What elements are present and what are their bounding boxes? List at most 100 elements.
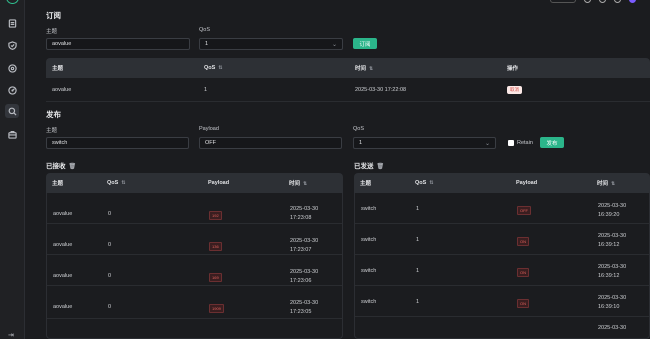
col-payload: Payload (208, 180, 230, 186)
sent-time: 2025-03-30 16:39:12 (598, 232, 626, 250)
publish-topic-label: 主题 (46, 128, 58, 134)
received-topic: aovalue (53, 211, 73, 217)
publish-topic-value: switch (52, 140, 68, 146)
subscribe-qos-label: QoS (199, 27, 211, 33)
sent-time: 2025-03-30 (598, 324, 626, 333)
time-date: 2025-03-30 (598, 325, 627, 331)
gauge-icon[interactable] (5, 83, 19, 97)
sent-title: 已发送 🗑 (354, 160, 384, 170)
subscribe-title: 订阅 (46, 11, 61, 20)
received-topic: aovalue (53, 273, 73, 279)
time-clock: 17:23:08 (290, 215, 312, 221)
document-icon[interactable] (5, 16, 19, 30)
table-row: aovalue 1 2025-03-30 17:22:08 取消 (46, 78, 650, 102)
retain-checkbox[interactable] (508, 140, 514, 146)
shield-icon[interactable] (5, 38, 19, 52)
sent-time: 2025-03-30 16:39:20 (598, 202, 626, 220)
received-topic: aovalue (53, 304, 73, 310)
time-clock: 17:23:06 (290, 278, 312, 284)
sort-icon: ⇅ (429, 180, 434, 186)
col-time-label: 时间 (289, 181, 301, 187)
col-time[interactable]: 时间 ⇅ (597, 179, 615, 187)
received-topic: aovalue (53, 242, 73, 248)
time-date: 2025-03-30 (598, 203, 627, 209)
subscription-table-header: 主题 QoS ⇅ 时间 ⇅ 操作 (46, 58, 650, 78)
publish-title: 发布 (46, 110, 61, 119)
sent-table-header: 主题 QoS ⇅ Payload 时间 ⇅ (354, 173, 650, 193)
table-row: aovalue 0 169 2025-03-30 17:23:06 (47, 255, 342, 286)
subscribe-button[interactable]: 订阅 (353, 38, 377, 49)
trash-icon[interactable]: 🗑 (377, 164, 385, 170)
col-qos[interactable]: QoS ⇅ (415, 180, 434, 186)
sort-icon: ⇅ (611, 181, 616, 187)
payload-tag: ON (517, 237, 529, 246)
col-qos-label: QoS (415, 180, 427, 186)
received-title-label: 已接收 (46, 163, 66, 170)
avatar[interactable] (629, 0, 636, 3)
unsubscribe-label: 取消 (507, 86, 522, 94)
sent-time: 2025-03-30 16:39:10 (598, 294, 626, 312)
help-icon[interactable] (599, 0, 606, 3)
sent-topic: switch (361, 299, 377, 305)
time-date: 2025-03-30 (598, 233, 627, 239)
collapse-sidebar-icon[interactable]: ⇥ (8, 331, 14, 339)
col-topic: 主题 (52, 181, 64, 187)
subscribe-topic-value: aovalue (52, 41, 72, 47)
time-date: 2025-03-30 (290, 300, 319, 306)
col-time[interactable]: 时间 ⇅ (355, 64, 373, 72)
received-payload: 192 (209, 211, 222, 220)
col-topic: 主题 (360, 181, 372, 187)
col-time[interactable]: 时间 ⇅ (289, 179, 307, 187)
sent-qos: 1 (416, 299, 420, 305)
unsubscribe-button[interactable]: 取消 (507, 86, 522, 94)
trash-icon[interactable]: 🗑 (69, 164, 77, 170)
sort-icon: ⇅ (303, 181, 308, 187)
publish-button[interactable]: 发布 (540, 137, 564, 148)
top-bar (550, 0, 636, 4)
retain-label: Retain (517, 140, 533, 146)
col-qos-label: QoS (107, 180, 119, 186)
time-date: 2025-03-30 (598, 264, 627, 270)
received-time: 2025-03-30 17:23:08 (290, 205, 318, 223)
received-time: 2025-03-30 17:23:06 (290, 268, 318, 286)
received-title: 已接收 🗑 (46, 160, 76, 170)
sort-icon: ⇅ (369, 66, 374, 72)
time-date: 2025-03-30 (290, 269, 319, 275)
received-payload: 136 (209, 242, 222, 251)
col-qos[interactable]: QoS ⇅ (204, 65, 223, 71)
subscribe-topic-label: 主题 (46, 29, 58, 35)
settings-icon[interactable] (584, 0, 591, 3)
publish-topic-input[interactable]: switch (46, 137, 189, 149)
notification-icon[interactable] (614, 0, 621, 3)
payload-tag: ON (517, 299, 529, 308)
sent-table-body: switch 1 OFF 2025-03-30 16:39:20 switch 1… (354, 193, 650, 339)
received-payload: 1909 (209, 304, 224, 313)
payload-input[interactable]: OFF (199, 137, 342, 149)
received-payload: 169 (209, 273, 222, 282)
col-qos[interactable]: QoS ⇅ (107, 180, 126, 186)
received-qos: 0 (108, 273, 112, 279)
chevron-down-icon: ⌄ (484, 141, 490, 147)
received-time: 2025-03-30 17:23:05 (290, 299, 318, 317)
received-qos: 0 (108, 211, 112, 217)
time-clock: 16:39:20 (598, 212, 620, 218)
subscribe-topic-input[interactable]: aovalue (46, 38, 190, 50)
sent-topic: switch (361, 237, 377, 243)
search-icon[interactable] (5, 104, 19, 118)
publish-qos-value: 1 (359, 140, 363, 146)
publish-qos-select[interactable]: 1 ⌄ (353, 137, 496, 149)
payload-tag: 1909 (209, 304, 224, 313)
sidebar: ⇥ (0, 0, 25, 339)
subscribe-qos-value: 1 (205, 41, 209, 47)
subscribe-qos-select[interactable]: 1 ⌄ (199, 38, 343, 50)
sent-qos: 1 (416, 268, 420, 274)
table-row: switch 1 ON 2025-03-30 16:39:12 (355, 224, 649, 255)
disc-icon[interactable] (5, 61, 19, 75)
sent-qos: 1 (416, 206, 420, 212)
toolbox-icon[interactable] (5, 127, 19, 141)
received-time: 2025-03-30 17:23:07 (290, 237, 318, 255)
sent-topic: switch (361, 206, 377, 212)
language-selector[interactable] (550, 0, 576, 3)
payload-tag: 192 (209, 211, 222, 220)
time-date: 2025-03-30 (290, 206, 319, 212)
